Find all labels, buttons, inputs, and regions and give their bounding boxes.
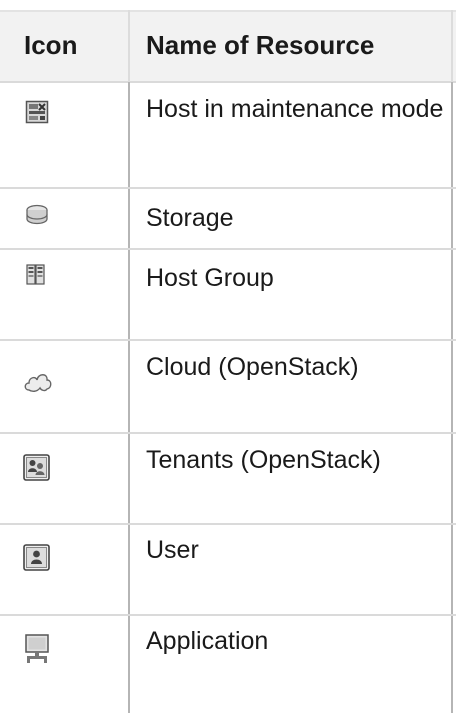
cloud-icon	[23, 368, 53, 394]
table-row: User	[0, 525, 456, 615]
row-name: Application	[146, 627, 269, 655]
table-top-border	[0, 10, 456, 12]
table-row: Storage	[0, 189, 456, 249]
column-header-icon: Icon	[24, 30, 78, 60]
table-row: Application	[0, 616, 456, 713]
host-group-icon	[26, 264, 46, 286]
row-name: Host in maintenance mode	[146, 95, 444, 123]
tenants-icon	[23, 454, 50, 481]
table-row: Host in maintenance mode	[0, 82, 456, 188]
row-name: Storage	[146, 204, 234, 232]
application-icon	[24, 634, 50, 664]
host-maintenance-icon	[25, 100, 49, 124]
column-header-name: Name of Resource	[146, 30, 375, 60]
row-name: Cloud (OpenStack)	[146, 353, 359, 381]
row-name: User	[146, 536, 199, 564]
row-name: Host Group	[146, 264, 274, 292]
table-row: Host Group	[0, 250, 456, 340]
table-row: Tenants (OpenStack)	[0, 434, 456, 524]
resource-icons-table: Icon Name of Resource Host in maintenanc…	[0, 0, 456, 713]
table-row: Cloud (OpenStack)	[0, 341, 456, 433]
user-icon	[23, 544, 50, 571]
header-right-border	[451, 10, 453, 82]
storage-icon	[25, 204, 49, 226]
header-column-divider	[128, 10, 130, 82]
row-name: Tenants (OpenStack)	[146, 446, 381, 474]
